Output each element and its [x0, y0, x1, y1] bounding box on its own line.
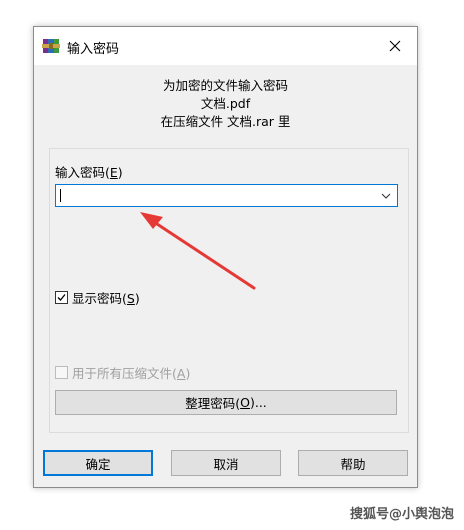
watermark: 搜狐号@小舆泡泡 [349, 507, 454, 522]
annotation-arrow [140, 212, 256, 290]
